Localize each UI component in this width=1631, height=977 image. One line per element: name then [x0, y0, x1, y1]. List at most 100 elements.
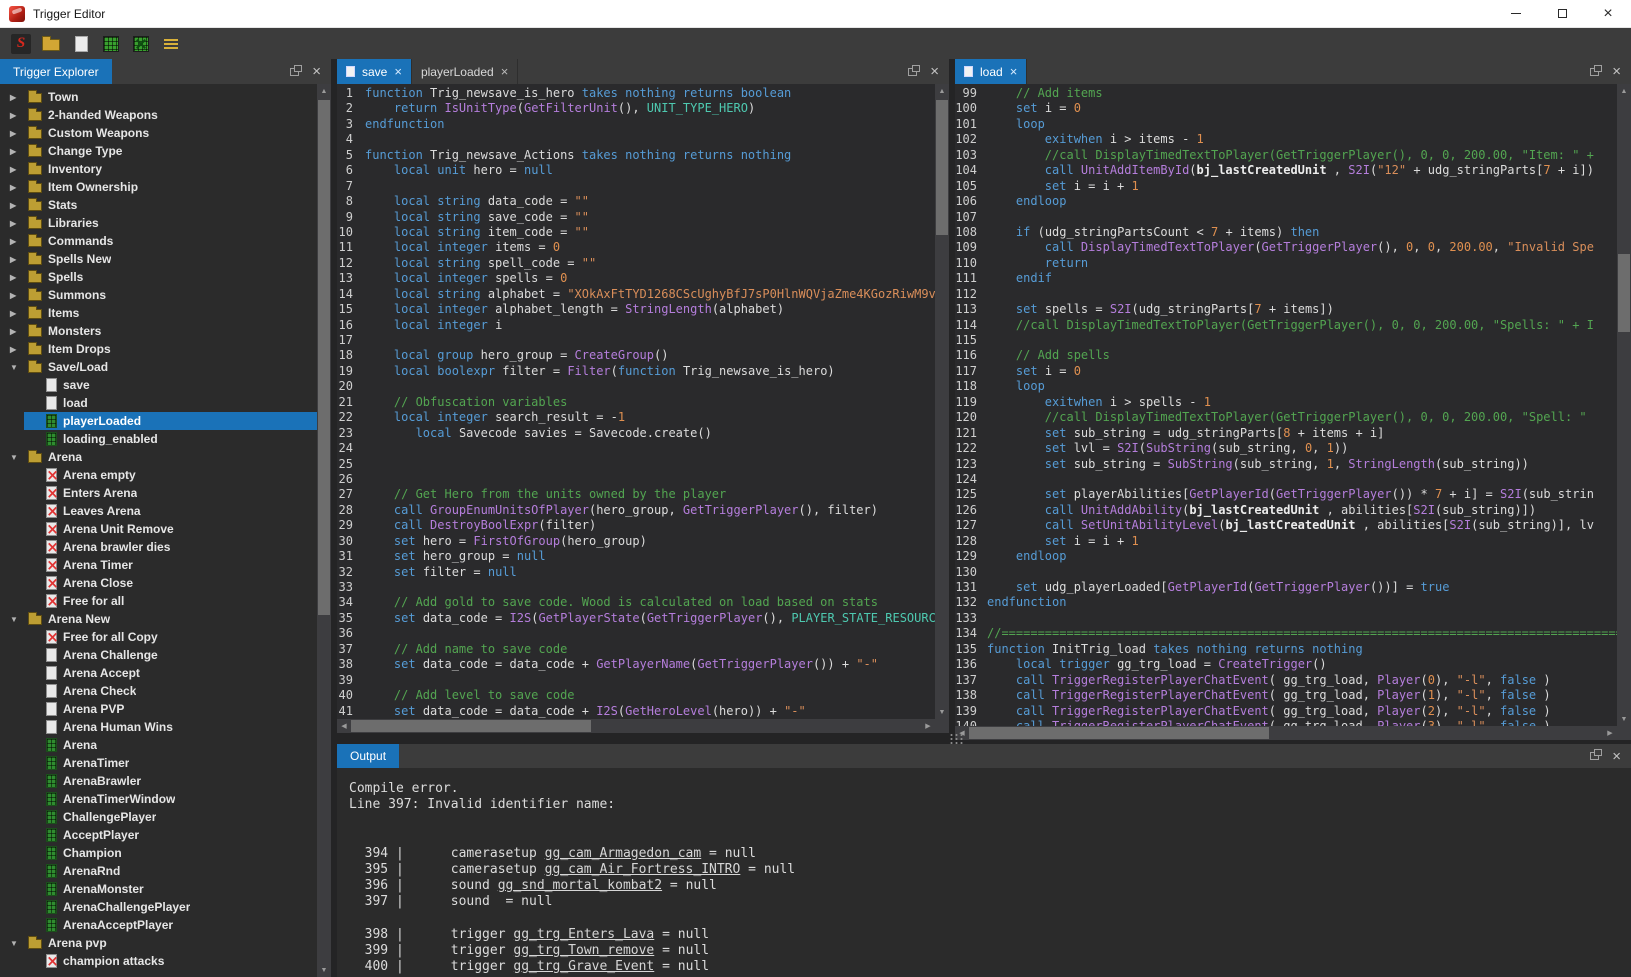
- tree-item-monsters[interactable]: ▶Monsters: [0, 322, 317, 340]
- scrollbar-thumb[interactable]: [936, 100, 948, 235]
- scroll-down-icon[interactable]: ▼: [1617, 712, 1631, 726]
- scroll-up-icon[interactable]: ▲: [935, 84, 949, 98]
- tree-item-arena-unit-remove[interactable]: Arena Unit Remove: [0, 520, 317, 538]
- code-editor-save[interactable]: 1function Trig_newsave_is_hero takes not…: [337, 84, 935, 719]
- tree-item-arenabrawler[interactable]: ArenaBrawler: [0, 772, 317, 790]
- tree-item-loading-enabled[interactable]: loading_enabled: [0, 430, 317, 448]
- list-button[interactable]: [157, 31, 185, 57]
- tree-item-custom-weapons[interactable]: ▶Custom Weapons: [0, 124, 317, 142]
- tree-item-arenatimer[interactable]: ArenaTimer: [0, 754, 317, 772]
- expand-arrow-icon[interactable]: ▶: [10, 201, 28, 210]
- tree-item-arena-brawler-dies[interactable]: Arena brawler dies: [0, 538, 317, 556]
- tree-item-libraries[interactable]: ▶Libraries: [0, 214, 317, 232]
- tree-item-spells[interactable]: ▶Spells: [0, 268, 317, 286]
- tree-item-free-for-all-copy[interactable]: Free for all Copy: [0, 628, 317, 646]
- editor-horizontal-scrollbar[interactable]: ◀ ▶: [955, 726, 1617, 740]
- tree-item-arenatimerwindow[interactable]: ArenaTimerWindow: [0, 790, 317, 808]
- tree-item-change-type[interactable]: ▶Change Type: [0, 142, 317, 160]
- tree-item-commands[interactable]: ▶Commands: [0, 232, 317, 250]
- tree-item-2-handed-weapons[interactable]: ▶2-handed Weapons: [0, 106, 317, 124]
- new-file-button[interactable]: [67, 31, 95, 57]
- tree-item-arena-check[interactable]: Arena Check: [0, 682, 317, 700]
- script-grid-button[interactable]: [127, 31, 155, 57]
- minimize-button[interactable]: [1493, 0, 1539, 27]
- expand-arrow-icon[interactable]: ▶: [10, 237, 28, 246]
- scroll-down-icon[interactable]: ▼: [935, 705, 949, 719]
- close-button[interactable]: ×: [1585, 0, 1631, 27]
- float-panel-icon[interactable]: [1590, 752, 1599, 760]
- tree-item-load[interactable]: load: [0, 394, 317, 412]
- scrollbar-thumb[interactable]: [351, 720, 591, 732]
- tab-save[interactable]: save×: [337, 59, 412, 84]
- tree-item-save-load[interactable]: ▼Save/Load: [0, 358, 317, 376]
- close-tab-icon[interactable]: ×: [1010, 65, 1018, 78]
- tree-item-stats[interactable]: ▶Stats: [0, 196, 317, 214]
- scrollbar-thumb[interactable]: [969, 727, 1269, 739]
- scroll-up-icon[interactable]: ▲: [317, 84, 331, 98]
- editor-vertical-scrollbar[interactable]: ▲ ▼: [935, 84, 949, 719]
- tree-item-arena-accept[interactable]: Arena Accept: [0, 664, 317, 682]
- scroll-right-icon[interactable]: ▶: [1603, 726, 1617, 740]
- tree-item-spells-new[interactable]: ▶Spells New: [0, 250, 317, 268]
- editor-horizontal-scrollbar[interactable]: ◀ ▶: [337, 719, 935, 733]
- maximize-button[interactable]: [1539, 0, 1585, 27]
- close-panel-icon[interactable]: ×: [1612, 749, 1621, 764]
- trigger-tree[interactable]: ▶Town▶2-handed Weapons▶Custom Weapons▶Ch…: [0, 84, 317, 977]
- scroll-right-icon[interactable]: ▶: [921, 719, 935, 733]
- tree-item-arena-new[interactable]: ▼Arena New: [0, 610, 317, 628]
- expand-arrow-icon[interactable]: ▶: [10, 291, 28, 300]
- tree-scrollbar[interactable]: ▲ ▼: [317, 84, 331, 977]
- scroll-down-icon[interactable]: ▼: [317, 963, 331, 977]
- tree-item-arena-pvp[interactable]: Arena PVP: [0, 700, 317, 718]
- tree-item-town[interactable]: ▶Town: [0, 88, 317, 106]
- tree-item-free-for-all[interactable]: Free for all: [0, 592, 317, 610]
- tree-item-arenamonster[interactable]: ArenaMonster: [0, 880, 317, 898]
- tab-playerLoaded[interactable]: playerLoaded×: [412, 59, 518, 84]
- logo-button[interactable]: S: [7, 31, 35, 57]
- close-panel-icon[interactable]: ×: [312, 64, 321, 79]
- tree-item-summons[interactable]: ▶Summons: [0, 286, 317, 304]
- expand-arrow-icon[interactable]: ▶: [10, 327, 28, 336]
- tree-item-arena-close[interactable]: Arena Close: [0, 574, 317, 592]
- tab-load[interactable]: load×: [955, 59, 1027, 84]
- code-editor-load[interactable]: 99 // Add items100 set i = 0101 loop102 …: [955, 84, 1617, 726]
- collapse-arrow-icon[interactable]: ▼: [10, 615, 28, 624]
- tree-item-arena[interactable]: ▼Arena: [0, 448, 317, 466]
- tree-item-arenarnd[interactable]: ArenaRnd: [0, 862, 317, 880]
- tree-item-arena-human-wins[interactable]: Arena Human Wins: [0, 718, 317, 736]
- tree-item-item-drops[interactable]: ▶Item Drops: [0, 340, 317, 358]
- float-panel-icon[interactable]: [290, 68, 299, 76]
- expand-arrow-icon[interactable]: ▶: [10, 309, 28, 318]
- expand-arrow-icon[interactable]: ▶: [10, 183, 28, 192]
- close-panel-icon[interactable]: ×: [930, 64, 939, 79]
- tree-item-inventory[interactable]: ▶Inventory: [0, 160, 317, 178]
- grid-button[interactable]: [97, 31, 125, 57]
- scrollbar-thumb[interactable]: [1618, 254, 1630, 332]
- expand-arrow-icon[interactable]: ▶: [10, 111, 28, 120]
- collapse-arrow-icon[interactable]: ▼: [10, 363, 28, 372]
- tab-output[interactable]: Output: [337, 744, 399, 768]
- tree-item-save[interactable]: save: [0, 376, 317, 394]
- expand-arrow-icon[interactable]: ▶: [10, 93, 28, 102]
- tree-item-leaves-arena[interactable]: Leaves Arena: [0, 502, 317, 520]
- tree-item-item-ownership[interactable]: ▶Item Ownership: [0, 178, 317, 196]
- close-tab-icon[interactable]: ×: [501, 65, 509, 78]
- splitter-grip[interactable]: [949, 733, 963, 744]
- close-panel-icon[interactable]: ×: [1612, 64, 1621, 79]
- scrollbar-thumb[interactable]: [318, 100, 330, 615]
- tree-item-enters-arena[interactable]: Enters Arena: [0, 484, 317, 502]
- tree-item-champion-attacks[interactable]: champion attacks: [0, 952, 317, 970]
- expand-arrow-icon[interactable]: ▶: [10, 219, 28, 228]
- float-panel-icon[interactable]: [908, 68, 917, 76]
- tree-item-items[interactable]: ▶Items: [0, 304, 317, 322]
- tree-item-playerloaded[interactable]: playerLoaded: [0, 412, 317, 430]
- explorer-title-tab[interactable]: Trigger Explorer: [0, 59, 112, 84]
- close-tab-icon[interactable]: ×: [394, 65, 402, 78]
- tree-item-challengeplayer[interactable]: ChallengePlayer: [0, 808, 317, 826]
- expand-arrow-icon[interactable]: ▶: [10, 345, 28, 354]
- expand-arrow-icon[interactable]: ▶: [10, 165, 28, 174]
- collapse-arrow-icon[interactable]: ▼: [10, 939, 28, 948]
- scroll-up-icon[interactable]: ▲: [1617, 84, 1631, 98]
- tree-item-arena-challenge[interactable]: Arena Challenge: [0, 646, 317, 664]
- collapse-arrow-icon[interactable]: ▼: [10, 453, 28, 462]
